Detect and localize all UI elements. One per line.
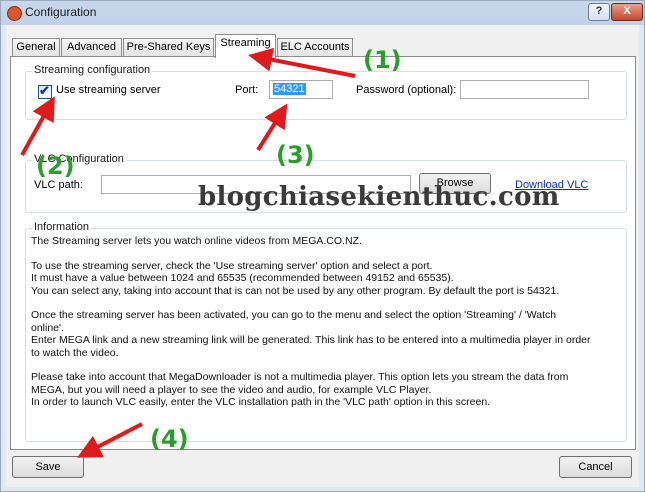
annotation-1: (1) (363, 46, 402, 74)
annotation-2: (2) (36, 152, 75, 180)
annotation-3: (3) (276, 141, 315, 169)
arrow-to-checkbox (20, 96, 55, 156)
arrow-to-streaming-tab (248, 47, 356, 78)
annotation-arrows (20, 47, 356, 458)
arrow-to-save (77, 422, 143, 458)
annotation-4: (4) (150, 425, 189, 453)
watermark-text: blogchiasekienthuc.com (198, 182, 560, 212)
